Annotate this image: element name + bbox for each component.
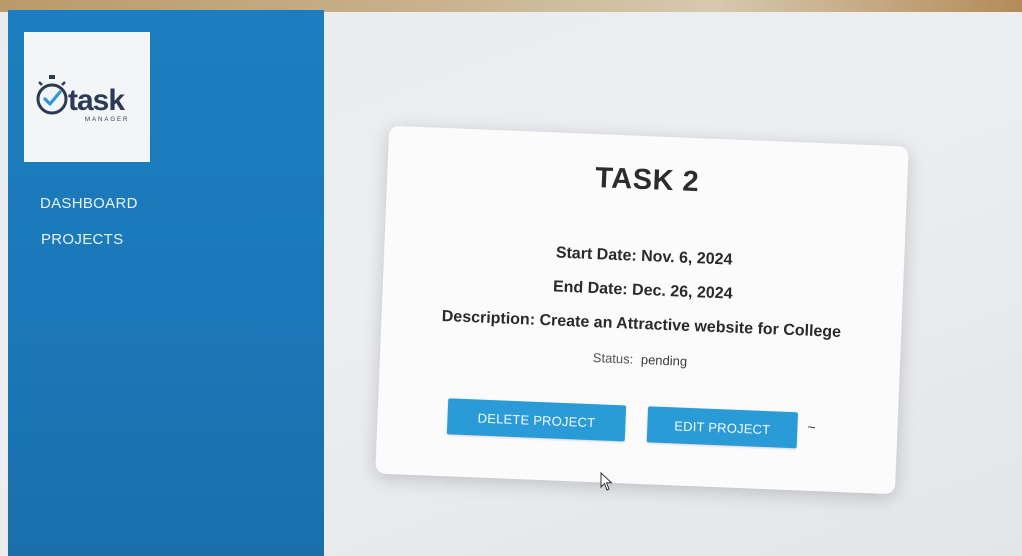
app-logo[interactable]: task MANAGER: [24, 32, 150, 162]
mouse-cursor-icon: [600, 472, 613, 491]
sidebar-item-dashboard[interactable]: DASHBOARD: [40, 194, 138, 230]
sidebar: task MANAGER DASHBOARD PROJECTS: [8, 10, 324, 556]
sidebar-item-projects[interactable]: PROJECTS: [41, 230, 138, 266]
svg-text:MANAGER: MANAGER: [85, 117, 129, 123]
task-title: TASK 2: [594, 162, 700, 199]
task-detail-card: TASK 2 Start Date: Nov. 6, 2024 End Date…: [375, 125, 909, 495]
end-date: End Date: Dec. 26, 2024: [552, 278, 733, 303]
trailing-mark: ~: [807, 418, 816, 436]
status-label: Status:: [592, 350, 634, 367]
delete-project-button[interactable]: DELETE PROJECT: [446, 398, 627, 442]
task-description: Description: Create an Attractive websit…: [441, 307, 842, 341]
stopwatch-check-icon: task MANAGER: [36, 75, 129, 123]
sidebar-nav: DASHBOARD PROJECTS: [40, 194, 138, 266]
status-row: Status: pending: [380, 342, 900, 378]
start-date: Start Date: Nov. 6, 2024: [555, 244, 733, 269]
svg-text:task: task: [68, 84, 125, 117]
screen: task MANAGER DASHBOARD PROJECTS TASK 2 S…: [0, 0, 1022, 556]
status-value: pending: [640, 352, 688, 369]
edit-project-button[interactable]: EDIT PROJECT: [646, 406, 799, 449]
